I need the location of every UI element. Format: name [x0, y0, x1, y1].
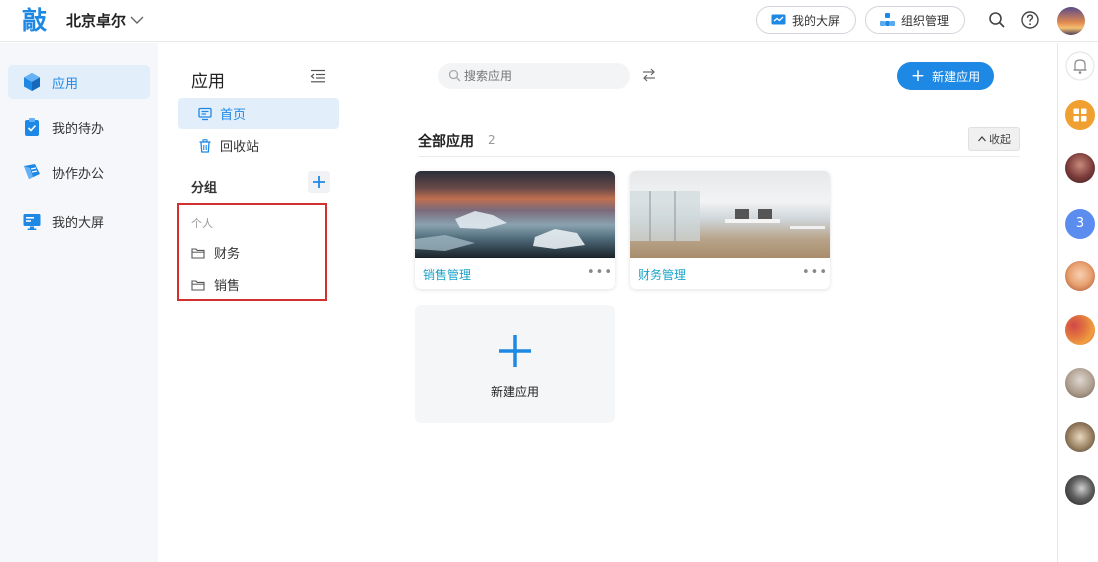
monitor-icon — [23, 214, 41, 230]
group-avatar[interactable] — [1065, 422, 1095, 452]
org-structure-icon — [880, 13, 895, 26]
new-app-card-label: 新建应用 — [490, 385, 539, 399]
section-divider — [418, 156, 1020, 157]
nav-item-label: 应用 — [52, 76, 79, 92]
search-icon[interactable] — [987, 10, 1007, 30]
app-name: 销售管理 — [423, 268, 472, 282]
more-options-icon[interactable]: ••• — [802, 265, 828, 280]
folder-label: 财务 — [214, 247, 241, 262]
org-manage-label: 组织管理 — [901, 13, 950, 28]
fold-label: 收起 — [989, 133, 1011, 146]
nav-item-collab[interactable]: 协作办公 — [8, 155, 150, 189]
clipboard-check-icon — [25, 118, 39, 136]
collapse-panel-icon[interactable] — [310, 69, 326, 83]
app-cover-image — [630, 171, 830, 258]
folder-finance[interactable]: 财务 — [191, 243, 240, 262]
my-big-screen-button[interactable]: 我的大屏 — [756, 6, 856, 34]
cube-icon — [24, 73, 40, 91]
chevron-up-icon — [978, 136, 986, 142]
collaboration-icon — [24, 164, 40, 179]
nav-item-label: 我的大屏 — [52, 215, 105, 231]
unread-count-badge[interactable]: 3 — [1065, 209, 1095, 239]
search-icon — [448, 69, 461, 82]
contact-avatar[interactable] — [1065, 368, 1095, 398]
home-screen-icon — [198, 107, 212, 120]
chevron-down-icon[interactable] — [129, 12, 145, 28]
right-rail: 3 — [1057, 43, 1098, 562]
bell-icon[interactable] — [1065, 51, 1095, 81]
nav-item-todo[interactable]: 我的待办 — [8, 110, 150, 144]
menu-item-home[interactable]: 首页 — [178, 98, 339, 129]
personal-group-label: 个人 — [191, 217, 213, 230]
fold-button[interactable]: 收起 — [968, 127, 1020, 151]
plus-icon — [499, 335, 531, 367]
nav-item-label: 我的待办 — [52, 121, 105, 137]
help-icon[interactable] — [1020, 10, 1040, 30]
section-count: 2 — [488, 133, 496, 147]
app-cover-image — [415, 171, 615, 258]
folder-icon — [191, 279, 205, 291]
folder-icon — [191, 247, 205, 259]
left-nav: 应用 我的待办 协作办公 我的大屏 — [0, 43, 158, 562]
app-card-finance[interactable]: 财务管理 ••• — [630, 171, 830, 289]
new-app-button[interactable]: + 新建应用 — [897, 62, 994, 90]
plus-icon: + — [910, 65, 926, 86]
office-interior-graphic — [630, 191, 825, 241]
app-name: 财务管理 — [638, 268, 687, 282]
user-avatar[interactable] — [1057, 7, 1085, 35]
app-grid-icon[interactable] — [1065, 100, 1095, 130]
new-app-label: 新建应用 — [932, 69, 981, 84]
ice-landscape-graphic — [415, 211, 585, 251]
app-category-panel: 应用 首页 回收站 分组 个人 财务 销售 — [158, 43, 358, 562]
nav-item-apps[interactable]: 应用 — [8, 65, 150, 99]
section-title: 全部应用 — [418, 134, 474, 150]
group-avatar[interactable] — [1065, 315, 1095, 345]
nav-item-label: 协作办公 — [52, 166, 105, 182]
contact-avatar[interactable] — [1065, 153, 1095, 183]
app-card-sales[interactable]: 销售管理 ••• — [415, 171, 615, 289]
trash-icon — [199, 138, 211, 153]
menu-item-label: 回收站 — [220, 140, 260, 155]
app-root: 敲 北京卓尔 我的大屏 组织管理 应用 我的待办 协作办公 我的大屏 应用 首页… — [0, 0, 1098, 562]
nav-item-big-screen[interactable]: 我的大屏 — [8, 204, 150, 238]
sort-swap-icon[interactable] — [641, 67, 657, 83]
group-section-title: 分组 — [191, 181, 218, 196]
org-name[interactable]: 北京卓尔 — [66, 10, 126, 31]
contact-avatar[interactable] — [1065, 261, 1095, 291]
folder-sales[interactable]: 销售 — [191, 275, 240, 294]
more-options-icon[interactable]: ••• — [587, 265, 613, 280]
contact-avatar[interactable] — [1065, 475, 1095, 505]
search-input[interactable] — [438, 63, 630, 89]
menu-item-recycle-bin[interactable]: 回收站 — [178, 130, 339, 161]
org-manage-button[interactable]: 组织管理 — [865, 6, 965, 34]
add-group-icon[interactable] — [308, 171, 330, 193]
my-big-screen-label: 我的大屏 — [792, 13, 841, 28]
new-app-card[interactable]: 新建应用 — [415, 305, 615, 423]
chart-screen-icon — [771, 14, 786, 24]
app-logo[interactable]: 敲 — [22, 6, 52, 36]
folder-label: 销售 — [214, 279, 241, 294]
top-bar: 敲 北京卓尔 我的大屏 组织管理 — [0, 0, 1098, 42]
panel-title: 应用 — [191, 72, 225, 92]
menu-item-label: 首页 — [220, 108, 247, 123]
